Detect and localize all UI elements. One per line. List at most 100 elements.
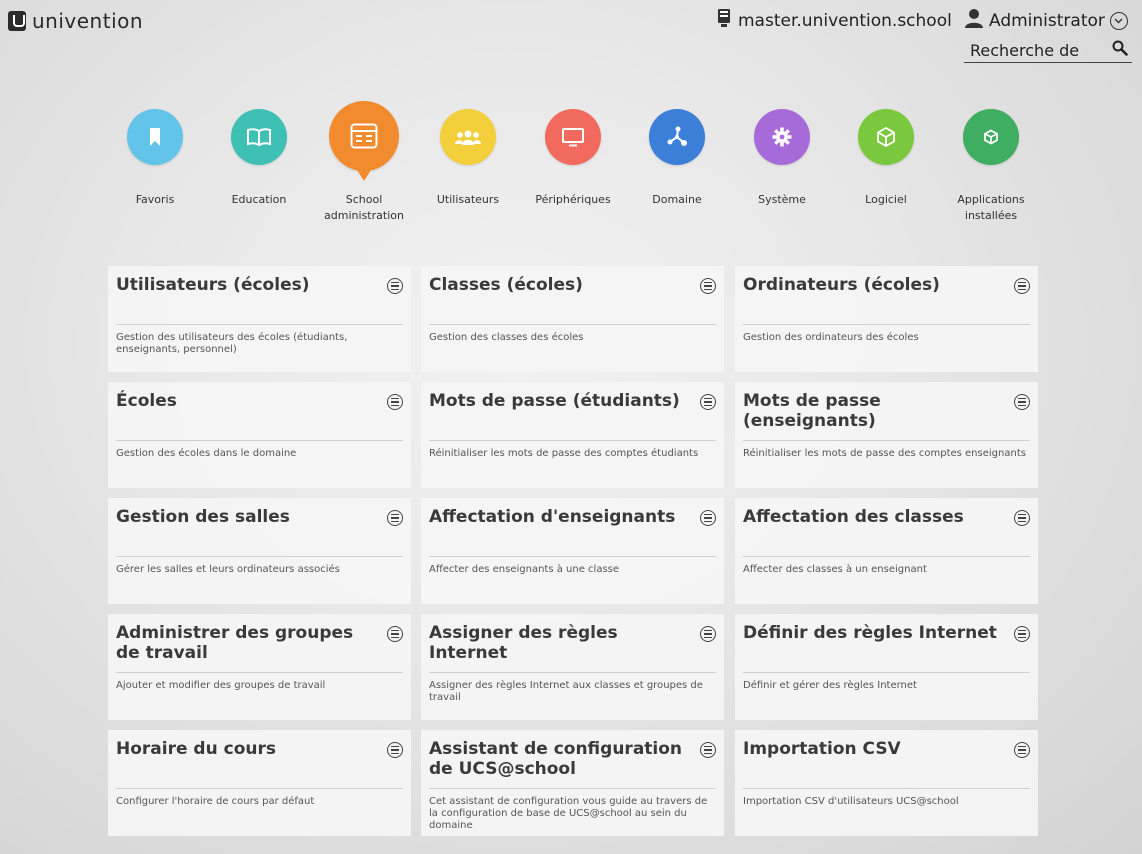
- chevron-down-icon[interactable]: [1109, 11, 1128, 30]
- module-tile-affectation-enseignants[interactable]: Affectation d'enseignants Affecter des e…: [421, 498, 724, 604]
- bookmark-icon: [127, 109, 183, 165]
- module-tile-utilisateurs-ecoles[interactable]: Utilisateurs (écoles) Gestion des utilis…: [108, 266, 411, 372]
- module-description: Cet assistant de configuration vous guid…: [429, 796, 708, 831]
- module-tile-assistant-configuration[interactable]: Assistant de configuration de UCS@school…: [421, 730, 724, 836]
- module-tile-groupes-de-travail[interactable]: Administrer des groupes de travail Ajout…: [108, 614, 411, 720]
- module-tile-ordinateurs-ecoles[interactable]: Ordinateurs (écoles) Gestion des ordinat…: [735, 266, 1038, 372]
- module-menu-icon[interactable]: [1014, 742, 1030, 758]
- module-description: Définir et gérer des règles Internet: [743, 680, 917, 691]
- user-menu[interactable]: Administrator: [964, 8, 1128, 33]
- tile-divider: [429, 672, 716, 673]
- tile-divider: [743, 556, 1030, 557]
- module-menu-icon[interactable]: [387, 626, 403, 642]
- tile-divider: [116, 324, 403, 325]
- module-menu-icon[interactable]: [1014, 626, 1030, 642]
- module-title: Administrer des groupes de travail: [116, 623, 354, 663]
- module-tile-horaire-du-cours[interactable]: Horaire du cours Configurer l'horaire de…: [108, 730, 411, 836]
- module-description: Gestion des classes des écoles: [429, 332, 584, 343]
- module-title: Importation CSV: [743, 739, 901, 759]
- module-menu-icon[interactable]: [700, 626, 716, 642]
- category-systeme[interactable]: Système: [727, 101, 837, 208]
- category-utilisateurs[interactable]: Utilisateurs: [413, 101, 523, 208]
- module-title: Horaire du cours: [116, 739, 276, 759]
- category-label: Utilisateurs: [436, 193, 500, 206]
- category-label: Education: [231, 193, 287, 206]
- module-menu-icon[interactable]: [1014, 510, 1030, 526]
- category-label: School administration: [324, 193, 404, 222]
- category-label: Applications installées: [957, 193, 1025, 222]
- module-description: Gestion des ordinateurs des écoles: [743, 332, 919, 343]
- module-tile-importation-csv[interactable]: Importation CSV Importation CSV d'utilis…: [735, 730, 1038, 836]
- module-title: Assigner des règles Internet: [429, 623, 618, 663]
- module-title: Gestion des salles: [116, 507, 290, 527]
- tile-divider: [116, 556, 403, 557]
- module-menu-icon[interactable]: [1014, 394, 1030, 410]
- package-icon: [858, 109, 914, 165]
- category-logiciel[interactable]: Logiciel: [831, 101, 941, 208]
- module-description: Assigner des règles Internet aux classes…: [429, 680, 703, 703]
- module-menu-icon[interactable]: [700, 278, 716, 294]
- tile-divider: [429, 440, 716, 441]
- module-tile-assigner-regles-internet[interactable]: Assigner des règles Internet Assigner de…: [421, 614, 724, 720]
- tile-divider: [116, 672, 403, 673]
- module-menu-icon[interactable]: [700, 394, 716, 410]
- module-menu-icon[interactable]: [387, 742, 403, 758]
- category-label: Favoris: [135, 193, 175, 206]
- module-tile-ecoles[interactable]: Écoles Gestion des écoles dans le domain…: [108, 382, 411, 488]
- search-icon[interactable]: [1112, 40, 1128, 60]
- univention-logo-icon: [8, 11, 26, 31]
- module-menu-icon[interactable]: [387, 510, 403, 526]
- search-box[interactable]: [964, 39, 1132, 63]
- module-tile-mots-de-passe-etudiants[interactable]: Mots de passe (étudiants) Réinitialiser …: [421, 382, 724, 488]
- module-tile-classes-ecoles[interactable]: Classes (écoles) Gestion des classes des…: [421, 266, 724, 372]
- module-menu-icon[interactable]: [700, 742, 716, 758]
- module-menu-icon[interactable]: [700, 510, 716, 526]
- monitor-icon: [545, 109, 601, 165]
- module-description: Gérer les salles et leurs ordinateurs as…: [116, 564, 340, 575]
- module-description: Affecter des classes à un enseignant: [743, 564, 927, 575]
- category-applications-installees[interactable]: Applications installées: [936, 101, 1046, 224]
- brand-name: univention: [32, 9, 144, 33]
- users-icon: [440, 109, 496, 165]
- module-title: Affectation d'enseignants: [429, 507, 676, 527]
- category-favoris[interactable]: Favoris: [100, 101, 210, 208]
- module-menu-icon[interactable]: [387, 278, 403, 294]
- module-description: Réinitialiser les mots de passe des comp…: [429, 448, 699, 459]
- module-title: Ordinateurs (écoles): [743, 275, 940, 295]
- category-domaine[interactable]: Domaine: [622, 101, 732, 208]
- category-label: Périphériques: [535, 193, 611, 206]
- category-education[interactable]: Education: [204, 101, 314, 208]
- module-tile-mots-de-passe-enseignants[interactable]: Mots de passe (enseignants) Réinitialise…: [735, 382, 1038, 488]
- module-description: Gestion des écoles dans le domaine: [116, 448, 297, 459]
- category-school-administration[interactable]: School administration: [309, 101, 419, 224]
- book-icon: [231, 109, 287, 165]
- module-title: Définir des règles Internet: [743, 623, 997, 643]
- module-tile-affectation-classes[interactable]: Affectation des classes Affecter des cla…: [735, 498, 1038, 604]
- module-description: Réinitialiser les mots de passe des comp…: [743, 448, 1026, 459]
- gear-icon: [754, 109, 810, 165]
- tile-divider: [743, 788, 1030, 789]
- module-menu-icon[interactable]: [1014, 278, 1030, 294]
- module-tile-gestion-des-salles[interactable]: Gestion des salles Gérer les salles et l…: [108, 498, 411, 604]
- server-icon: [716, 8, 732, 33]
- category-label: Domaine: [652, 193, 702, 206]
- tile-divider: [429, 788, 716, 789]
- module-tile-definir-regles-internet[interactable]: Définir des règles Internet Définir et g…: [735, 614, 1038, 720]
- module-description: Ajouter et modifier des groupes de trava…: [116, 680, 326, 691]
- module-title: Affectation des classes: [743, 507, 964, 527]
- module-title: Utilisateurs (écoles): [116, 275, 310, 295]
- school-admin-icon: [329, 101, 399, 181]
- category-peripheriques[interactable]: Périphériques: [518, 101, 628, 208]
- category-label: Système: [758, 193, 806, 206]
- tile-divider: [743, 440, 1030, 441]
- module-title: Écoles: [116, 391, 177, 411]
- search-input[interactable]: [970, 39, 1100, 61]
- module-description: Affecter des enseignants à une classe: [429, 564, 620, 575]
- category-label: Logiciel: [865, 193, 907, 206]
- hostname-label: master.univention.school: [738, 10, 952, 31]
- tile-divider: [429, 556, 716, 557]
- univention-logo[interactable]: univention: [8, 9, 143, 33]
- user-icon: [964, 8, 984, 33]
- module-menu-icon[interactable]: [387, 394, 403, 410]
- module-description: Importation CSV d'utilisateurs UCS@schoo…: [743, 796, 959, 807]
